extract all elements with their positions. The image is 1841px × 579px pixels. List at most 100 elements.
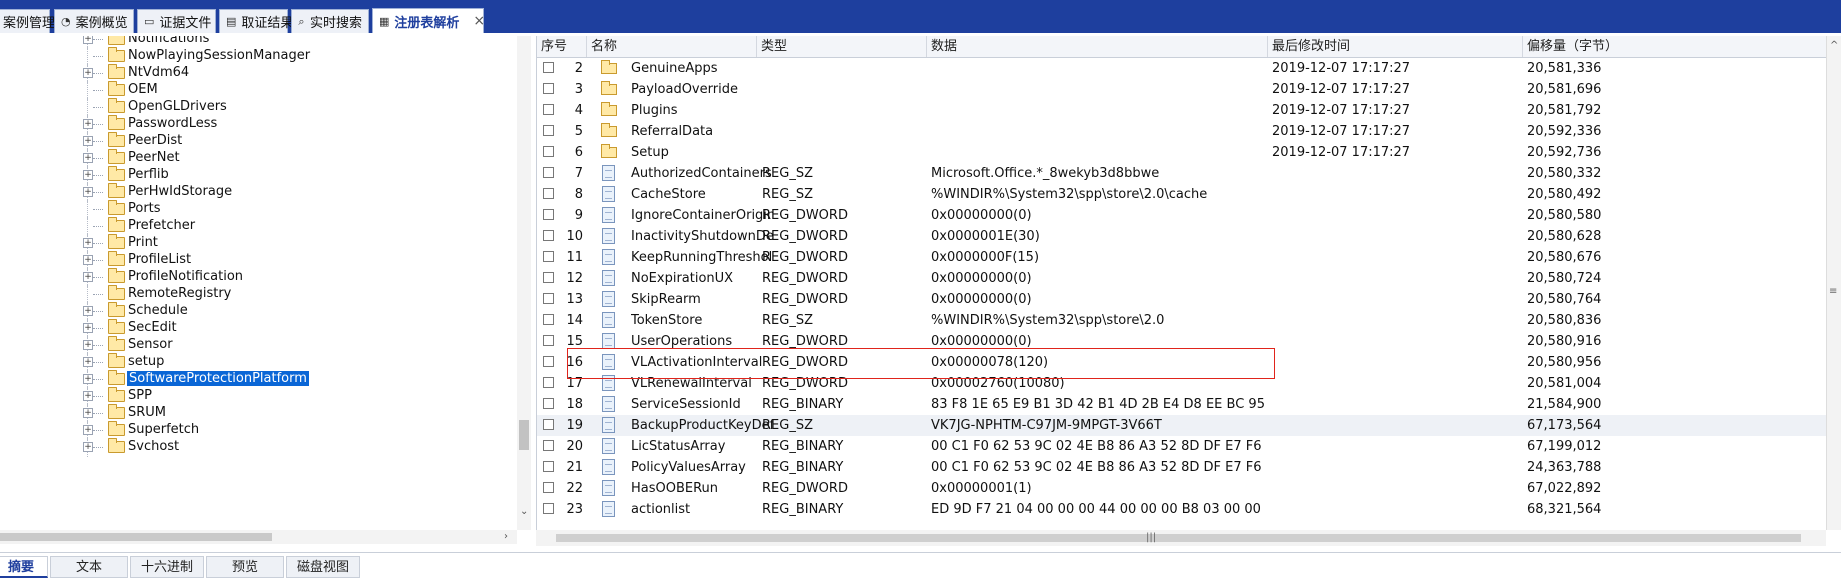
table-row[interactable]: 14 TokenStore REG_SZ %WINDIR%\System32\spp\… (537, 310, 1827, 331)
row-checkbox[interactable] (543, 230, 554, 241)
expand-icon[interactable]: + (83, 170, 93, 180)
tree-item-label: OEM (128, 82, 158, 97)
expand-icon[interactable]: + (83, 323, 93, 333)
expand-icon[interactable]: + (83, 391, 93, 401)
column-header-name[interactable]: 名称 (587, 36, 757, 57)
tab-evidence-files[interactable]: ▭ 证据文件 (137, 9, 216, 33)
column-header-data[interactable]: 数据 (927, 36, 1268, 57)
tab-summary[interactable]: 摘要 (0, 556, 48, 578)
cell-mtime (1272, 478, 1518, 499)
row-checkbox[interactable] (543, 356, 554, 367)
tab-case-management[interactable]: 案例管理 (0, 9, 55, 33)
row-checkbox[interactable] (543, 335, 554, 346)
expand-icon[interactable]: + (83, 425, 93, 435)
tab-forensic-results[interactable]: ▤ 取证结果 (219, 9, 293, 33)
expand-icon[interactable]: + (83, 306, 93, 316)
expand-icon[interactable]: + (83, 187, 93, 197)
expand-icon[interactable]: + (83, 357, 93, 367)
table-row[interactable]: 8 CacheStore REG_SZ %WINDIR%\System32\spp\s… (537, 184, 1827, 205)
column-header-index[interactable]: 序号 (537, 36, 587, 57)
table-row[interactable]: 6 Setup 2019-12-07 17:17:27 20,592,736 (537, 142, 1827, 163)
row-checkbox[interactable] (543, 398, 554, 409)
row-checkbox[interactable] (543, 125, 554, 136)
expand-icon[interactable]: + (83, 136, 93, 146)
scrollbar-thumb[interactable] (0, 533, 272, 541)
table-row[interactable]: 13 SkipRearm REG_DWORD 0x00000000(0) 20,580,… (537, 289, 1827, 310)
row-checkbox[interactable] (543, 314, 554, 325)
column-header-offset[interactable]: 偏移量（字节） (1523, 36, 1827, 57)
table-row[interactable]: 2 GenuineApps 2019-12-07 17:17:27 20,581,33… (537, 58, 1827, 79)
row-checkbox[interactable] (543, 146, 554, 157)
expand-icon[interactable]: + (83, 340, 93, 350)
table-row[interactable]: 22 HasOOBERun REG_DWORD 0x00000001(1) 67,022… (537, 478, 1827, 499)
tab-preview[interactable]: 预览 (206, 556, 284, 578)
table-row[interactable]: 7 AuthorizedContainers REG_SZ Microsoft.Off… (537, 163, 1827, 184)
table-row[interactable]: 3 PayloadOverride 2019-12-07 17:17:27 20,58… (537, 79, 1827, 100)
column-header-type[interactable]: 类型 (757, 36, 927, 57)
expand-icon[interactable]: + (83, 119, 93, 129)
cell-offset: 20,580,836 (1527, 313, 1602, 328)
table-row[interactable]: 18 ServiceSessionId REG_BINARY 83 F8 1E 65 … (537, 394, 1827, 415)
row-checkbox[interactable] (543, 167, 554, 178)
column-header-modified-time[interactable]: 最后修改时间 (1268, 36, 1523, 57)
tree-vertical-scrollbar[interactable]: ⌄ (517, 36, 531, 530)
tree-item[interactable]: + Svchost (0, 437, 517, 457)
table-row[interactable]: 5 ReferralData 2019-12-07 17:17:27 20,592,3… (537, 121, 1827, 142)
scroll-up-icon[interactable]: ^ (1830, 40, 1838, 51)
expand-icon[interactable]: + (83, 68, 93, 78)
table-row[interactable]: 4 Plugins 2019-12-07 17:17:27 20,581,792 (537, 100, 1827, 121)
table-row[interactable]: 11 KeepRunningThresholdMinsREG_DWORD 0x000… (537, 247, 1827, 268)
row-checkbox[interactable] (543, 440, 554, 451)
table-row[interactable]: 16 VLActivationInterval REG_DWORD 0x0000007… (537, 352, 1827, 373)
row-checkbox[interactable] (543, 62, 554, 73)
tree-horizontal-scrollbar[interactable]: › (0, 530, 517, 544)
table-row[interactable]: 19 BackupProductKeyDefaultREG_SZ VK7JG-NPH… (537, 415, 1827, 436)
cell-data: 0x00002760(10080) (931, 376, 1065, 391)
row-checkbox[interactable] (543, 293, 554, 304)
row-checkbox[interactable] (543, 272, 554, 283)
table-row[interactable]: 23 actionlist REG_BINARY ED 9D F7 21 04 00 … (537, 499, 1827, 520)
tab-disk-view[interactable]: 磁盘视图 (286, 556, 360, 578)
scrollbar-thumb[interactable] (556, 534, 1801, 542)
expand-icon[interactable]: + (83, 238, 93, 248)
expand-icon[interactable]: + (83, 408, 93, 418)
registry-value-icon (602, 333, 615, 349)
scroll-down-icon[interactable]: ⌄ (520, 506, 528, 517)
expand-icon[interactable]: + (83, 36, 93, 44)
scroll-right-icon[interactable]: › (504, 531, 508, 542)
row-checkbox[interactable] (543, 104, 554, 115)
table-horizontal-scrollbar[interactable]: ||| (536, 530, 1826, 546)
row-checkbox[interactable] (543, 209, 554, 220)
row-checkbox[interactable] (543, 377, 554, 388)
tab-registry-analysis[interactable]: ▦ 注册表解析 × (372, 8, 485, 33)
table-row[interactable]: 9 IgnoreContainerOrigin REG_DWORD 0x0000000… (537, 205, 1827, 226)
cell-mtime (1272, 394, 1518, 415)
expand-icon[interactable]: + (83, 272, 93, 282)
row-checkbox[interactable] (543, 188, 554, 199)
row-checkbox[interactable] (543, 482, 554, 493)
tab-live-search[interactable]: ⌕ 实时搜索 (291, 9, 369, 33)
tab-hex[interactable]: 十六进制 (130, 556, 204, 578)
table-row[interactable]: 17 VLRenewalInterval REG_DWORD 0x00002760(1… (537, 373, 1827, 394)
registry-value-icon (602, 207, 615, 223)
row-checkbox[interactable] (543, 419, 554, 430)
table-row[interactable]: 15 UserOperations REG_DWORD 0x00000000(0) 20… (537, 331, 1827, 352)
tab-text[interactable]: 文本 (50, 556, 128, 578)
table-row[interactable]: 20 LicStatusArray REG_BINARY 00 C1 F0 62 53… (537, 436, 1827, 457)
expand-icon[interactable]: + (83, 255, 93, 265)
table-row[interactable]: 12 NoExpirationUX REG_DWORD 0x00000000(0) 20… (537, 268, 1827, 289)
expand-icon[interactable]: + (83, 374, 93, 384)
expand-icon[interactable]: + (83, 442, 93, 452)
row-checkbox[interactable] (543, 251, 554, 262)
scrollbar-thumb[interactable] (519, 420, 529, 450)
row-checkbox[interactable] (543, 83, 554, 94)
tree-line (93, 39, 103, 40)
tab-case-overview[interactable]: ◔ 案例概览 (54, 9, 134, 33)
row-checkbox[interactable] (543, 461, 554, 472)
close-icon[interactable]: × (473, 13, 485, 29)
table-row[interactable]: 10 InactivityShutdownDelayREG_DWORD 0x0000… (537, 226, 1827, 247)
row-checkbox[interactable] (543, 503, 554, 514)
table-vertical-scrollbar[interactable]: ^ ≡ (1826, 36, 1841, 530)
expand-icon[interactable]: + (83, 153, 93, 163)
table-row[interactable]: 21 PolicyValuesArray REG_BINARY 00 C1 F0 62… (537, 457, 1827, 478)
